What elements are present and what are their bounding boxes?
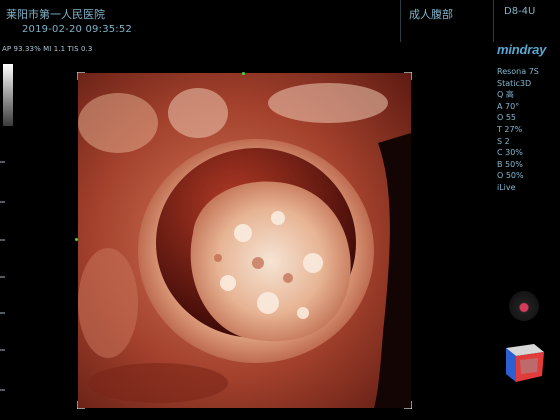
param-opacity-2: O 50%	[497, 171, 524, 181]
system-model: Resona 7S	[497, 67, 539, 76]
ultrasound-3d-render[interactable]	[78, 73, 411, 408]
imaging-param-panel: Resona 7S Static3D Q 高 A 70° O 55 T 27% …	[497, 66, 539, 194]
render-image	[78, 73, 411, 408]
param-threshold: T 27%	[497, 124, 523, 134]
position-marker-left[interactable]	[75, 238, 78, 241]
grayscale-bar	[3, 64, 13, 126]
param-brightness: B 50%	[497, 159, 523, 169]
brand-logo: mindray	[497, 42, 547, 57]
probe-name[interactable]: D8-4U	[504, 6, 535, 17]
orientation-ball-icon[interactable]	[509, 291, 539, 321]
3d-orientation-cube-icon[interactable]	[500, 340, 548, 386]
param-smooth: S 2	[497, 136, 510, 146]
hospital-name: 莱阳市第一人民医院	[6, 8, 105, 21]
exam-preset[interactable]: 成人腹部	[409, 6, 453, 22]
param-contrast: C 30%	[497, 148, 523, 158]
param-quality: Q 高	[497, 90, 514, 100]
exam-datetime: 2019-02-20 09:35:52	[22, 24, 133, 35]
position-marker-top[interactable]	[242, 72, 245, 75]
mode-label: Static3D	[497, 78, 532, 88]
acoustic-params: AP 93.33% MI 1.1 TIS 0.3	[2, 45, 93, 53]
param-opacity: O 55	[497, 113, 517, 123]
depth-scale-ticks	[0, 161, 5, 391]
param-angle: A 70°	[497, 101, 520, 111]
render-mode-label: iLive	[497, 182, 516, 192]
